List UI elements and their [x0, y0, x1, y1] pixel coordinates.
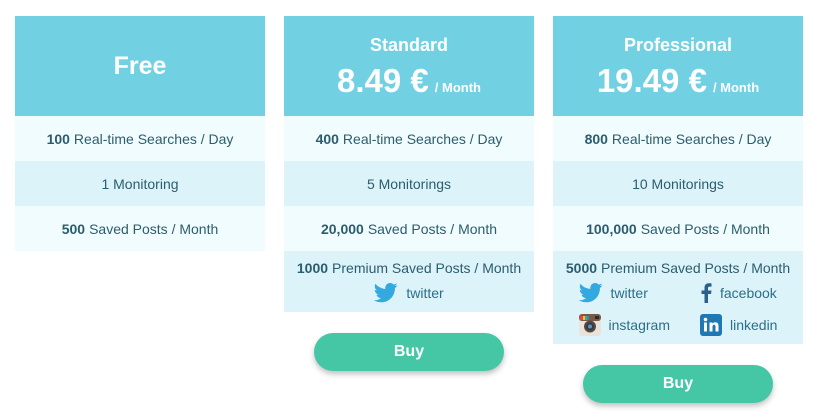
- price-line: 8.49 € / Month: [284, 62, 534, 100]
- network-label: twitter: [406, 285, 444, 301]
- network-linkedin: linkedin: [699, 314, 778, 336]
- feature-row: 100 Real-time Searches / Day: [15, 116, 265, 161]
- network-list: twitter instagram facebook linkedin: [578, 282, 778, 336]
- feature-text: 10 Monitorings: [632, 175, 724, 192]
- plan-name: Free: [113, 51, 167, 80]
- price-line: 19.49 € / Month: [553, 62, 803, 100]
- buy-button-professional[interactable]: Buy: [583, 365, 773, 403]
- plan-card-professional: Professional 19.49 € / Month 800 Real-tim…: [553, 16, 803, 344]
- feature-text: Saved Posts / Month: [367, 220, 497, 237]
- feature-text: 5 Monitorings: [366, 175, 452, 192]
- network-twitter: twitter: [578, 282, 670, 304]
- plan-card-free: Free 100 Real-time Searches / Day 1 Moni…: [15, 16, 265, 251]
- network-list: twitter: [374, 282, 444, 304]
- feature-number: 500: [61, 220, 86, 237]
- plan-period: / Month: [712, 80, 760, 95]
- feature-text: Real-time Searches / Day: [611, 130, 772, 147]
- plan-header-free: Free: [15, 16, 265, 116]
- feature-text: Saved Posts / Month: [640, 220, 770, 237]
- feature-row: 400 Real-time Searches / Day: [284, 116, 534, 161]
- network-label: linkedin: [729, 317, 778, 333]
- network-label: instagram: [608, 317, 670, 333]
- network-twitter: twitter: [374, 282, 444, 304]
- linkedin-icon: [699, 314, 722, 336]
- feature-text: 1 Monitoring: [101, 175, 179, 192]
- plan-name: Professional: [623, 35, 733, 55]
- buy-button-standard[interactable]: Buy: [314, 333, 504, 371]
- network-label: twitter: [610, 285, 648, 301]
- feature-number: 400: [315, 130, 339, 147]
- twitter-icon: [578, 283, 603, 303]
- feature-row: 1 Monitoring: [15, 161, 265, 206]
- feature-text: Real-time Searches / Day: [73, 130, 234, 147]
- feature-number: 100: [46, 130, 70, 147]
- feature-number: 20,000: [320, 220, 364, 237]
- feature-row-premium: 5000 Premium Saved Posts / Month twitter: [553, 251, 803, 344]
- feature-number: 1000: [296, 260, 329, 276]
- feature-row: 100,000 Saved Posts / Month: [553, 206, 803, 251]
- premium-line: 5000 Premium Saved Posts / Month: [566, 260, 790, 276]
- network-column: twitter instagram: [578, 282, 670, 336]
- feature-row: 5 Monitorings: [284, 161, 534, 206]
- plan-name: Standard: [369, 35, 448, 55]
- feature-text: Premium Saved Posts / Month: [332, 260, 522, 276]
- premium-line: 1000 Premium Saved Posts / Month: [297, 260, 521, 276]
- twitter-icon: [374, 283, 398, 303]
- feature-row: 10 Monitorings: [553, 161, 803, 206]
- plan-period: / Month: [434, 80, 481, 95]
- feature-row: 500 Saved Posts / Month: [15, 206, 265, 251]
- plan-price: 8.49 €: [337, 62, 429, 99]
- feature-text: Premium Saved Posts / Month: [601, 260, 791, 276]
- network-label: facebook: [719, 285, 777, 301]
- network-facebook: facebook: [700, 282, 777, 304]
- feature-row-premium: 1000 Premium Saved Posts / Month twitter: [284, 251, 534, 312]
- feature-number: 800: [584, 130, 608, 147]
- instagram-icon: [578, 314, 601, 336]
- feature-number: 100,000: [586, 220, 637, 237]
- feature-row: 20,000 Saved Posts / Month: [284, 206, 534, 251]
- feature-row: 800 Real-time Searches / Day: [553, 116, 803, 161]
- feature-text: Saved Posts / Month: [89, 220, 219, 237]
- plan-header-standard: Standard 8.49 € / Month: [284, 16, 534, 116]
- network-instagram: instagram: [578, 314, 670, 336]
- facebook-icon: [701, 283, 712, 303]
- feature-text: Real-time Searches / Day: [342, 130, 503, 147]
- plan-header-professional: Professional 19.49 € / Month: [553, 16, 803, 116]
- network-column: facebook linkedin: [699, 282, 778, 336]
- plan-card-standard: Standard 8.49 € / Month 400 Real-time Sea…: [284, 16, 534, 312]
- feature-number: 5000: [565, 260, 598, 276]
- plan-price: 19.49 €: [596, 62, 707, 99]
